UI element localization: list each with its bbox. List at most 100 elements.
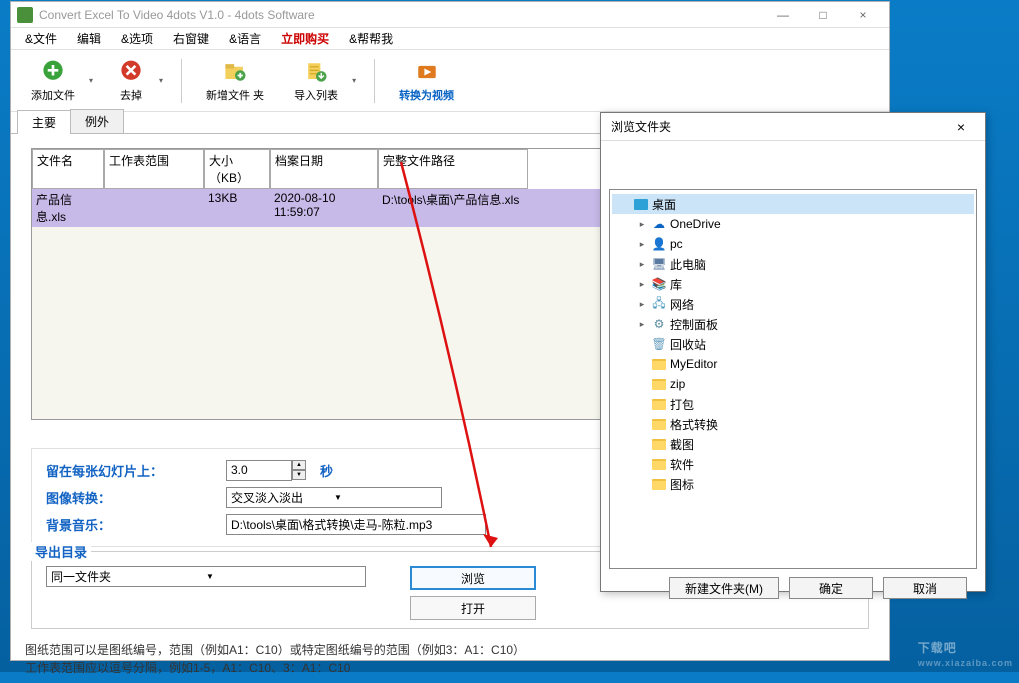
stay-unit: 秒: [320, 461, 333, 480]
ctrl-icon: ⚙: [651, 317, 667, 331]
tab-exception[interactable]: 例外: [70, 109, 124, 133]
spin-up-icon[interactable]: ▲: [292, 460, 306, 470]
import-list-button[interactable]: 导入列表: [282, 56, 350, 105]
cloud-icon: ☁: [651, 217, 667, 231]
tree-item-label: 截图: [670, 436, 694, 453]
expand-icon[interactable]: ▸: [636, 239, 648, 250]
ok-button[interactable]: 确定: [789, 577, 873, 599]
transition-value: 交叉淡入淡出: [231, 489, 334, 506]
remove-button[interactable]: 去掉: [105, 56, 157, 105]
help-line1: 图纸范围可以是图纸编号，范围（例如A1：C10）或特定图纸编号的范围（例如3：A…: [25, 641, 875, 659]
menu-edit[interactable]: 编辑: [67, 28, 111, 49]
expand-icon[interactable]: ▸: [636, 319, 648, 330]
lib-icon: 📚: [651, 277, 667, 291]
folder-icon: [651, 437, 667, 451]
expand-icon[interactable]: ▸: [636, 219, 648, 230]
tree-item[interactable]: 图标: [612, 474, 974, 494]
browse-button[interactable]: 浏览: [410, 566, 536, 590]
desktop-icon: [633, 197, 649, 211]
toolbar: 添加文件 ▾ 去掉 ▾ 新增文件 夹 导入列表 ▾ 转换为视频: [11, 50, 889, 112]
tree-item-label: pc: [670, 237, 683, 251]
help-line2: 工作表范围应以逗号分隔，例如1-5，A1：C10、3：A1：C10: [25, 659, 875, 677]
dialog-titlebar: 浏览文件夹 ×: [601, 113, 985, 141]
tree-item[interactable]: MyEditor: [612, 354, 974, 374]
convert-button[interactable]: 转换为视频: [387, 56, 466, 105]
separator: [374, 59, 375, 103]
menu-file[interactable]: &文件: [15, 28, 67, 49]
tree-item[interactable]: ▸👤pc: [612, 234, 974, 254]
col-range[interactable]: 工作表范围: [104, 149, 204, 189]
tree-item[interactable]: ▸📚库: [612, 274, 974, 294]
col-filename[interactable]: 文件名: [32, 149, 104, 189]
tree-item[interactable]: 🗑回收站: [612, 334, 974, 354]
tree-item[interactable]: 格式转换: [612, 414, 974, 434]
expand-icon[interactable]: ▸: [636, 279, 648, 290]
col-size[interactable]: 大小（KB）: [204, 149, 270, 189]
expand-icon[interactable]: ▸: [636, 259, 648, 270]
stay-label: 留在每张幻灯片上：: [46, 461, 226, 480]
add-file-dropdown-icon[interactable]: ▾: [89, 76, 99, 85]
tree-item[interactable]: 打包: [612, 394, 974, 414]
cancel-button[interactable]: 取消: [883, 577, 967, 599]
close-button[interactable]: ×: [843, 3, 883, 27]
import-list-label: 导入列表: [294, 87, 338, 103]
folder-icon: [651, 397, 667, 411]
new-folder-label: 新增文件 夹: [206, 87, 264, 103]
cell-path: D:\tools\桌面\产品信息.xls: [378, 189, 528, 227]
open-button[interactable]: 打开: [410, 596, 536, 620]
menu-options[interactable]: &选项: [111, 28, 163, 49]
col-path[interactable]: 完整文件路径: [378, 149, 528, 189]
tree-item[interactable]: 截图: [612, 434, 974, 454]
tab-main[interactable]: 主要: [17, 110, 71, 134]
folder-icon: [651, 417, 667, 431]
titlebar: Convert Excel To Video 4dots V1.0 - 4dot…: [11, 2, 889, 28]
music-input[interactable]: [226, 514, 486, 535]
net-icon: 🖧: [651, 297, 667, 311]
folder-icon: [651, 457, 667, 471]
remove-dropdown-icon[interactable]: ▾: [159, 76, 169, 85]
tree-item-label: OneDrive: [670, 217, 721, 231]
folder-icon: [651, 377, 667, 391]
export-folder-combo[interactable]: 同一文件夹 ▼: [46, 566, 366, 587]
tree-item[interactable]: ▸🖧网络: [612, 294, 974, 314]
import-list-dropdown-icon[interactable]: ▾: [352, 76, 362, 85]
col-date[interactable]: 档案日期: [270, 149, 378, 189]
tree-item[interactable]: 桌面: [612, 194, 974, 214]
maximize-button[interactable]: □: [803, 3, 843, 27]
menu-rightkey[interactable]: 右窗键: [163, 28, 219, 49]
tree-item[interactable]: ▸⚙控制面板: [612, 314, 974, 334]
chevron-down-icon: ▼: [334, 493, 437, 502]
folder-icon: [651, 477, 667, 491]
tree-item[interactable]: zip: [612, 374, 974, 394]
tree-item[interactable]: 软件: [612, 454, 974, 474]
folder-icon: [651, 357, 667, 371]
add-file-label: 添加文件: [31, 87, 75, 103]
tree-item-label: 库: [670, 276, 682, 293]
stay-spinner[interactable]: ▲▼: [226, 460, 306, 481]
new-folder-button[interactable]: 新建文件夹(M): [669, 577, 779, 599]
spin-down-icon[interactable]: ▼: [292, 470, 306, 480]
pc-icon: 🖥: [651, 257, 667, 271]
minimize-button[interactable]: —: [763, 3, 803, 27]
menu-buy[interactable]: 立即购买: [271, 28, 339, 49]
tree-item[interactable]: ▸☁OneDrive: [612, 214, 974, 234]
expand-icon[interactable]: ▸: [636, 299, 648, 310]
folder-tree[interactable]: 桌面▸☁OneDrive▸👤pc▸🖥此电脑▸📚库▸🖧网络▸⚙控制面板🗑回收站My…: [609, 189, 977, 569]
tree-item-label: 网络: [670, 296, 694, 313]
browse-folder-dialog: 浏览文件夹 × 桌面▸☁OneDrive▸👤pc▸🖥此电脑▸📚库▸🖧网络▸⚙控制…: [600, 112, 986, 592]
tree-item-label: 此电脑: [670, 256, 706, 273]
stay-input[interactable]: [226, 460, 292, 481]
add-file-button[interactable]: 添加文件: [19, 56, 87, 105]
menu-help[interactable]: &帮帮我: [339, 28, 403, 49]
tree-item-label: MyEditor: [670, 357, 717, 371]
help-text: 图纸范围可以是图纸编号，范围（例如A1：C10）或特定图纸编号的范围（例如3：A…: [11, 635, 889, 683]
transition-combo[interactable]: 交叉淡入淡出 ▼: [226, 487, 442, 508]
chevron-down-icon: ▼: [206, 572, 361, 581]
new-folder-button[interactable]: 新增文件 夹: [194, 56, 276, 105]
cell-range: [104, 189, 204, 227]
menu-language[interactable]: &语言: [219, 28, 271, 49]
tree-item-label: 软件: [670, 456, 694, 473]
tree-item-label: 格式转换: [670, 416, 718, 433]
dialog-close-button[interactable]: ×: [947, 119, 975, 135]
tree-item[interactable]: ▸🖥此电脑: [612, 254, 974, 274]
